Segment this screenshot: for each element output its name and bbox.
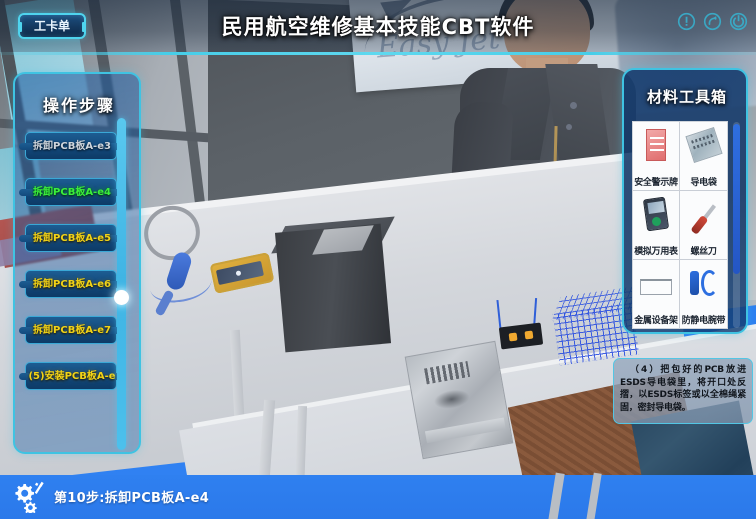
step-item-label: 拆卸PCB板A-e3: [33, 141, 111, 152]
table-leg: [548, 472, 565, 519]
esd-bag-icon: [680, 125, 727, 169]
material-toolbox-panel: 材料工具箱 安全警示牌 导电袋 模拟万用表 螺丝刀 金属设备架 防静电腕带: [622, 68, 748, 334]
button-notch-right: [82, 22, 86, 32]
esd-bag-logo: [432, 387, 472, 412]
step-item-label: (5)安装PCB板A-e: [28, 371, 116, 382]
toolbox-grid: 安全警示牌 导电袋 模拟万用表 螺丝刀 金属设备架 防静电腕带: [632, 121, 728, 329]
metal-rack-icon: [633, 263, 679, 307]
bottom-status-bar: 第10步:拆卸PCB板A-e4: [0, 472, 756, 519]
tool-item-label: 模拟万用表: [634, 247, 678, 257]
toolbox-panel-title: 材料工具箱: [646, 88, 727, 106]
screwdriver-icon: [680, 194, 727, 238]
tool-item-label: 安全警示牌: [634, 178, 678, 188]
work-card-button-label: 工卡单: [33, 19, 70, 33]
avatar-collar-button: [570, 102, 577, 109]
status-text: 第10步:拆卸PCB板A-e4: [54, 491, 210, 506]
step-item-label: 拆卸PCB板A-e7: [33, 325, 111, 336]
tool-item-4[interactable]: 金属设备架: [633, 260, 680, 328]
tool-item-0[interactable]: 安全警示牌: [633, 122, 680, 191]
tool-item-label: 螺丝刀: [690, 247, 717, 257]
header-icon-group: [677, 12, 748, 31]
power-icon[interactable]: [729, 12, 748, 31]
esd-wrist-strap-icon: [680, 263, 727, 307]
step-item-3[interactable]: 拆卸PCB板A-e6: [19, 270, 123, 298]
instruction-text: （4）把包好的PCB放进ESDS导电袋里，将开口处反摺，以ESDS标签或以全棉绳…: [620, 365, 746, 413]
toolbox-scrollbar[interactable]: [733, 122, 740, 328]
step-item-5[interactable]: (5)安装PCB板A-e: [19, 362, 123, 390]
header-accent-line: [0, 52, 756, 55]
multimeter-icon: [633, 194, 679, 238]
reset-icon[interactable]: [703, 12, 722, 31]
step-item-label: 拆卸PCB板A-e5: [33, 233, 111, 244]
work-card-button[interactable]: 工卡单: [18, 13, 86, 39]
tool-item-1[interactable]: 导电袋: [680, 122, 727, 191]
step-item-label: 拆卸PCB板A-e4: [33, 187, 111, 198]
tool-item-2[interactable]: 模拟万用表: [633, 191, 680, 260]
avatar-collar-button: [566, 124, 572, 130]
step-item-1[interactable]: 拆卸PCB板A-e4: [19, 178, 123, 206]
toolbox-scrollbar-thumb[interactable]: [733, 124, 740, 274]
info-icon[interactable]: [677, 12, 696, 31]
connector-led: [508, 332, 518, 342]
tool-item-label: 金属设备架: [634, 316, 678, 326]
connector-led: [524, 330, 534, 340]
gears-tools-icon: [14, 481, 48, 515]
step-item-0[interactable]: 拆卸PCB板A-e3: [19, 132, 123, 160]
esd-bag-object[interactable]: [404, 340, 514, 460]
tool-item-label: 导电袋: [690, 178, 717, 188]
tool-item-label: 防静电腕带: [681, 316, 726, 326]
table-leg: [586, 472, 602, 519]
steps-list: 拆卸PCB板A-e3 拆卸PCB板A-e4 拆卸PCB板A-e5 拆卸PCB板A…: [19, 132, 123, 408]
steps-scroll-handle[interactable]: [114, 290, 129, 305]
top-header-bar: 民用航空维修基本技能CBT软件 工卡单: [0, 0, 756, 52]
tool-item-5[interactable]: 防静电腕带: [680, 260, 727, 328]
tool-item-3[interactable]: 螺丝刀: [680, 191, 727, 260]
step-item-2[interactable]: 拆卸PCB板A-e5: [19, 224, 123, 252]
button-notch-left: [18, 22, 22, 32]
page-title: 民用航空维修基本技能CBT软件: [221, 15, 535, 39]
cbt-training-app: Easy Jet 达: [0, 0, 756, 519]
step-item-label: 拆卸PCB板A-e6: [33, 279, 111, 290]
steps-scroll-slider[interactable]: [117, 118, 126, 450]
warning-sign-icon: [633, 125, 679, 169]
steps-panel-title: 操作步骤: [42, 96, 115, 115]
instruction-box: （4）把包好的PCB放进ESDS导电袋里，将开口处反摺，以ESDS标签或以全棉绳…: [613, 358, 753, 424]
step-item-4[interactable]: 拆卸PCB板A-e7: [19, 316, 123, 344]
esd-bag-seal: [424, 417, 506, 444]
esd-bag-barcode: [424, 360, 471, 385]
